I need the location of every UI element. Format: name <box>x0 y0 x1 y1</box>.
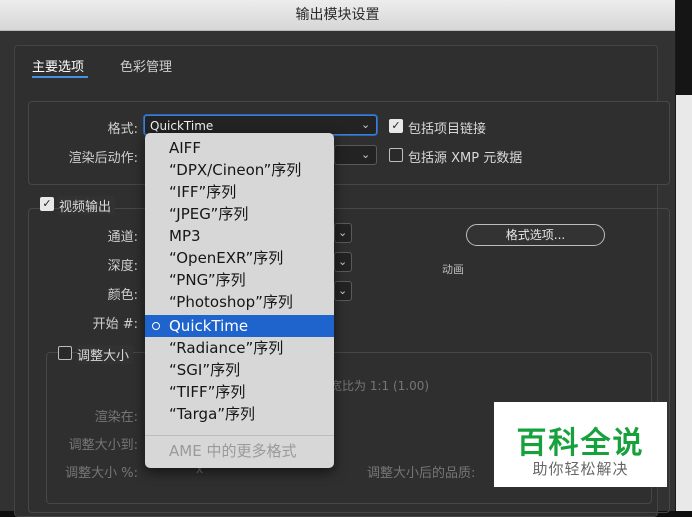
include-project-link-label: 包括项目链接 <box>408 122 487 137</box>
menu-item-label: “DPX/Cineon”序列 <box>169 161 302 179</box>
menu-item-photoshop[interactable]: “Photoshop”序列 <box>145 291 334 313</box>
aspect-ratio-text: 宽比为 1:1 (1.00) <box>330 379 430 393</box>
codec-hint: 动画 <box>442 263 464 276</box>
menu-item-iff[interactable]: “IFF”序列 <box>145 181 334 203</box>
color-label: 颜色: <box>107 288 138 303</box>
menu-item-label: “Photoshop”序列 <box>169 293 293 311</box>
tab-main-options-label: 主要选项 <box>32 60 85 75</box>
background-window-panel <box>675 95 692 511</box>
menu-item-label: QuickTime <box>169 317 249 335</box>
selected-radio-icon <box>152 322 160 330</box>
resize-checkbox[interactable] <box>58 346 72 360</box>
resize-to-label: 调整大小到: <box>68 438 138 453</box>
chevron-down-icon: ⌄ <box>338 226 348 239</box>
menu-item-label: “Radiance”序列 <box>169 339 284 357</box>
menu-item-sgi[interactable]: “SGI”序列 <box>145 359 334 381</box>
menu-item-label: “IFF”序列 <box>169 183 237 201</box>
menu-item-mp3[interactable]: MP3 <box>145 225 334 247</box>
format-dropdown-menu: AIFF “DPX/Cineon”序列 “IFF”序列 “JPEG”序列 MP3… <box>145 133 334 468</box>
tab-main-options[interactable]: 主要选项 <box>32 56 88 78</box>
render-at-label: 渲染在: <box>94 410 138 425</box>
depth-label: 深度: <box>107 259 138 274</box>
menu-item-label: AIFF <box>169 139 201 157</box>
watermark-title: 百科全说 <box>516 426 645 461</box>
chevron-down-icon: ⌄ <box>361 148 371 161</box>
include-xmp-checkbox[interactable] <box>389 148 403 162</box>
format-select[interactable]: QuickTime <box>144 115 377 135</box>
post-render-select[interactable] <box>334 145 377 165</box>
menu-item-png[interactable]: “PNG”序列 <box>145 269 334 291</box>
watermark-logo: 百科全说 助你轻松解决 <box>494 402 667 487</box>
menu-item-label: “SGI”序列 <box>169 361 241 379</box>
menu-item-label: “Targa”序列 <box>169 405 256 423</box>
chevron-down-icon: ⌄ <box>338 255 348 268</box>
menu-item-label: “TIFF”序列 <box>169 383 246 401</box>
menu-item-more-formats: AME 中的更多格式 <box>145 440 334 462</box>
dialog-title: 输出模块设置 <box>0 0 675 31</box>
menu-item-tiff[interactable]: “TIFF”序列 <box>145 381 334 403</box>
menu-separator <box>145 435 334 436</box>
tab-color-management[interactable]: 色彩管理 <box>120 56 172 75</box>
channel-label: 通道: <box>107 230 138 245</box>
resize-quality-label: 调整大小后的品质: <box>367 466 476 481</box>
watermark-subtitle: 助你轻松解决 <box>532 460 629 478</box>
tab-color-management-label: 色彩管理 <box>120 60 173 75</box>
chevron-down-icon: ⌄ <box>338 284 348 297</box>
active-tab-underline <box>32 76 88 78</box>
resize-percent-label: 调整大小 %: <box>65 466 138 481</box>
post-render-label: 渲染后动作: <box>68 151 138 166</box>
menu-item-targa[interactable]: “Targa”序列 <box>145 403 334 425</box>
menu-item-openexr[interactable]: “OpenEXR”序列 <box>145 247 334 269</box>
menu-item-dpx[interactable]: “DPX/Cineon”序列 <box>145 159 334 181</box>
background-window-strip <box>675 0 692 511</box>
include-xmp-label: 包括源 XMP 元数据 <box>408 151 523 166</box>
include-project-link-checkbox[interactable]: ✓ <box>389 119 403 133</box>
format-options-button[interactable]: 格式选项... <box>466 224 605 246</box>
menu-item-label: “OpenEXR”序列 <box>169 249 284 267</box>
video-output-label: 视频输出 <box>59 196 116 215</box>
format-label: 格式: <box>107 122 138 137</box>
format-group <box>28 101 670 185</box>
format-select-value: QuickTime <box>150 119 214 133</box>
menu-item-label: MP3 <box>169 227 201 245</box>
video-output-checkbox[interactable]: ✓ <box>40 197 54 211</box>
menu-item-label: “JPEG”序列 <box>169 205 249 223</box>
menu-item-radiance[interactable]: “Radiance”序列 <box>145 337 334 359</box>
resize-label: 调整大小 <box>77 345 134 364</box>
menu-item-jpeg[interactable]: “JPEG”序列 <box>145 203 334 225</box>
chevron-down-icon: ⌄ <box>361 118 371 131</box>
menu-item-aiff[interactable]: AIFF <box>145 137 334 159</box>
menu-item-label: AME 中的更多格式 <box>169 442 297 460</box>
menu-item-label: “PNG”序列 <box>169 271 246 289</box>
start-frame-label: 开始 #: <box>92 317 138 332</box>
menu-item-quicktime[interactable]: QuickTime <box>145 315 334 337</box>
